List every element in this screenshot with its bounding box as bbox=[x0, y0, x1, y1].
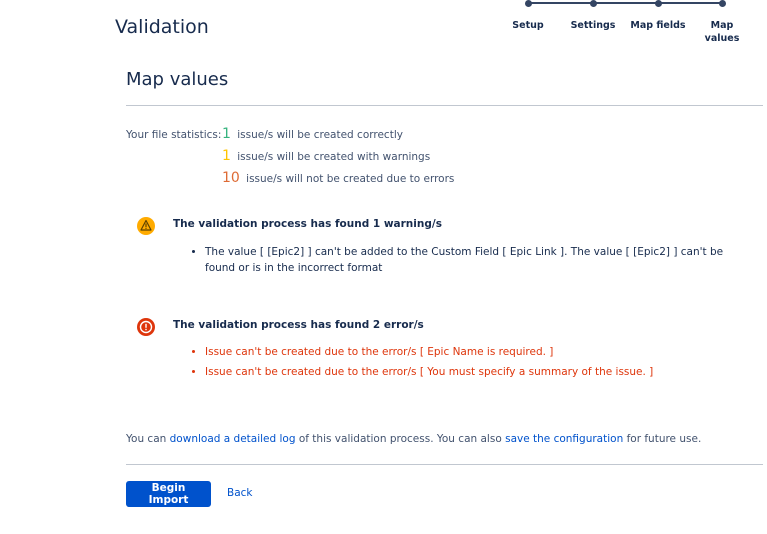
stat-count: 1 bbox=[222, 126, 231, 142]
stat-row-warnings: 1 issue/s will be created with warnings bbox=[222, 148, 430, 164]
warning-title: The validation process has found 1 warni… bbox=[173, 218, 442, 230]
step-label: Map fields bbox=[630, 20, 686, 31]
download-log-link[interactable]: download a detailed log bbox=[170, 433, 296, 445]
step-label: Map values bbox=[704, 20, 740, 44]
footer-text-part: You can bbox=[126, 433, 170, 445]
step-dot bbox=[654, 0, 662, 7]
step-dot bbox=[589, 0, 597, 7]
error-title: The validation process has found 2 error… bbox=[173, 319, 424, 331]
stat-text: issue/s will be created correctly bbox=[237, 129, 403, 141]
stat-text: issue/s will be created with warnings bbox=[237, 151, 431, 163]
wizard-progress: Setup Settings Map fields Map values bbox=[500, 0, 750, 50]
wizard-step-setup[interactable]: Setup bbox=[498, 0, 558, 32]
stat-text: issue/s will not be created due to error… bbox=[246, 173, 455, 185]
stats-label: Your file statistics: bbox=[126, 129, 222, 141]
page-title: Validation bbox=[115, 16, 209, 38]
divider bbox=[126, 105, 763, 106]
warning-icon bbox=[136, 216, 156, 236]
error-icon bbox=[136, 317, 156, 337]
footer-text-part: for future use. bbox=[623, 433, 702, 445]
wizard-step-map-values: Map values bbox=[702, 0, 742, 45]
footer-text-part: of this validation process. You can also bbox=[295, 433, 506, 445]
wizard-step-settings[interactable]: Settings bbox=[563, 0, 623, 32]
stat-count: 1 bbox=[222, 148, 231, 164]
warning-list: The value [ [Epic2] ] can't be added to … bbox=[191, 244, 745, 280]
step-dot bbox=[524, 0, 532, 7]
error-item: Issue can't be created due to the error/… bbox=[205, 344, 745, 360]
step-dot bbox=[718, 0, 726, 7]
stat-row-correct: 1 issue/s will be created correctly bbox=[222, 126, 403, 142]
footer-text: You can download a detailed log of this … bbox=[126, 433, 701, 445]
stat-row-errors: 10 issue/s will not be created due to er… bbox=[222, 170, 454, 186]
error-item: Issue can't be created due to the error/… bbox=[205, 364, 745, 380]
step-label: Settings bbox=[570, 20, 616, 31]
stat-count: 10 bbox=[222, 170, 240, 186]
save-configuration-link[interactable]: save the configuration bbox=[505, 433, 623, 445]
warning-item: The value [ [Epic2] ] can't be added to … bbox=[205, 244, 745, 276]
back-button[interactable]: Back bbox=[227, 487, 253, 499]
wizard-step-map-fields[interactable]: Map fields bbox=[628, 0, 688, 32]
divider bbox=[126, 464, 763, 465]
begin-import-button[interactable]: Begin Import bbox=[126, 481, 211, 507]
section-title: Map values bbox=[126, 69, 229, 90]
step-label: Setup bbox=[512, 20, 544, 31]
error-list: Issue can't be created due to the error/… bbox=[191, 344, 745, 384]
